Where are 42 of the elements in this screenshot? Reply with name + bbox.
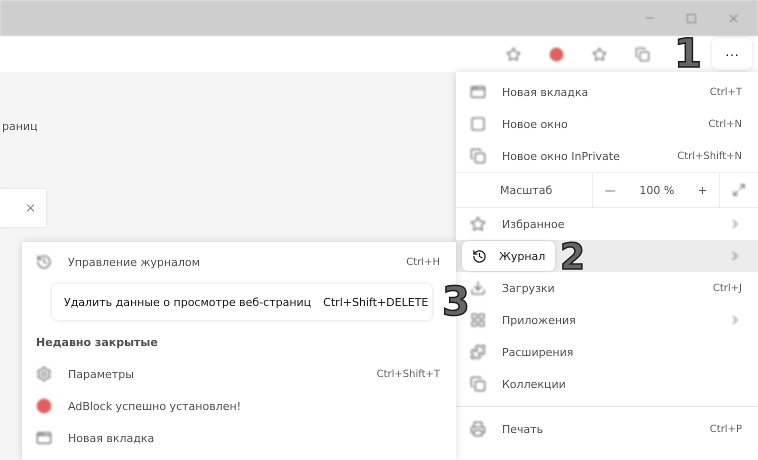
menu-item[interactable]: Новое окно InPrivate Ctrl+Shift+N [456,140,758,172]
step-number: 1 [674,34,702,74]
menu-item[interactable]: Печать Ctrl+P [456,413,758,445]
more-button[interactable]: ··· [712,38,752,70]
maximize-icon[interactable] [686,12,697,24]
step-number: 2 [560,240,586,276]
puzzle-icon [470,344,486,360]
menu-item[interactable]: Новая вкладка [22,422,456,454]
apps-icon [470,312,486,328]
step-number: 3 [442,282,470,322]
window-icon [470,116,486,132]
menu-item[interactable]: AdBlock успешно установлен! [22,390,456,422]
menu-item[interactable]: Расширения [456,336,758,368]
menu-item[interactable]: Параметры Ctrl+Shift+T [22,358,456,390]
menu-item[interactable]: Новая вкладка Ctrl+T [456,76,758,108]
zoom-label: Масштаб [499,184,554,196]
favorites-icon[interactable] [592,46,607,62]
menu-item[interactable]: Избранное [456,208,758,240]
zoom-in-button[interactable]: + [698,184,708,196]
section-heading: Недавно закрытые [35,334,159,350]
menu-item[interactable]: Новое окно Ctrl+N [456,108,758,140]
history-menu-item[interactable]: Журнал [462,241,556,271]
menu-item[interactable]: Управление журналом Ctrl+H [22,246,456,278]
star-icon [470,216,486,232]
shortcut-label: Ctrl+Shift+DELETE [323,296,428,308]
star-icon[interactable] [506,46,521,62]
page-text: раниц [1,120,38,133]
zoom-value: 100 % [639,184,674,196]
tab-icon [36,430,52,446]
history-icon [472,248,487,264]
copy-icon[interactable] [635,46,650,62]
gear-icon [36,366,52,382]
history-icon [36,254,52,270]
zoom-out-button[interactable]: — [604,184,616,196]
clear-data-menu-item[interactable]: Удалить данные о просмотре веб-страниц Ctrl+Shift+DELETE [52,284,432,320]
menu-item-label: Удалить данные о просмотре веб-страниц [64,296,312,308]
close-button[interactable]: × [25,200,36,216]
tab-icon [470,84,486,100]
print-icon [470,421,486,437]
close-icon[interactable] [727,12,740,24]
menu-item[interactable]: Коллекции [456,368,758,400]
download-icon [470,280,486,296]
